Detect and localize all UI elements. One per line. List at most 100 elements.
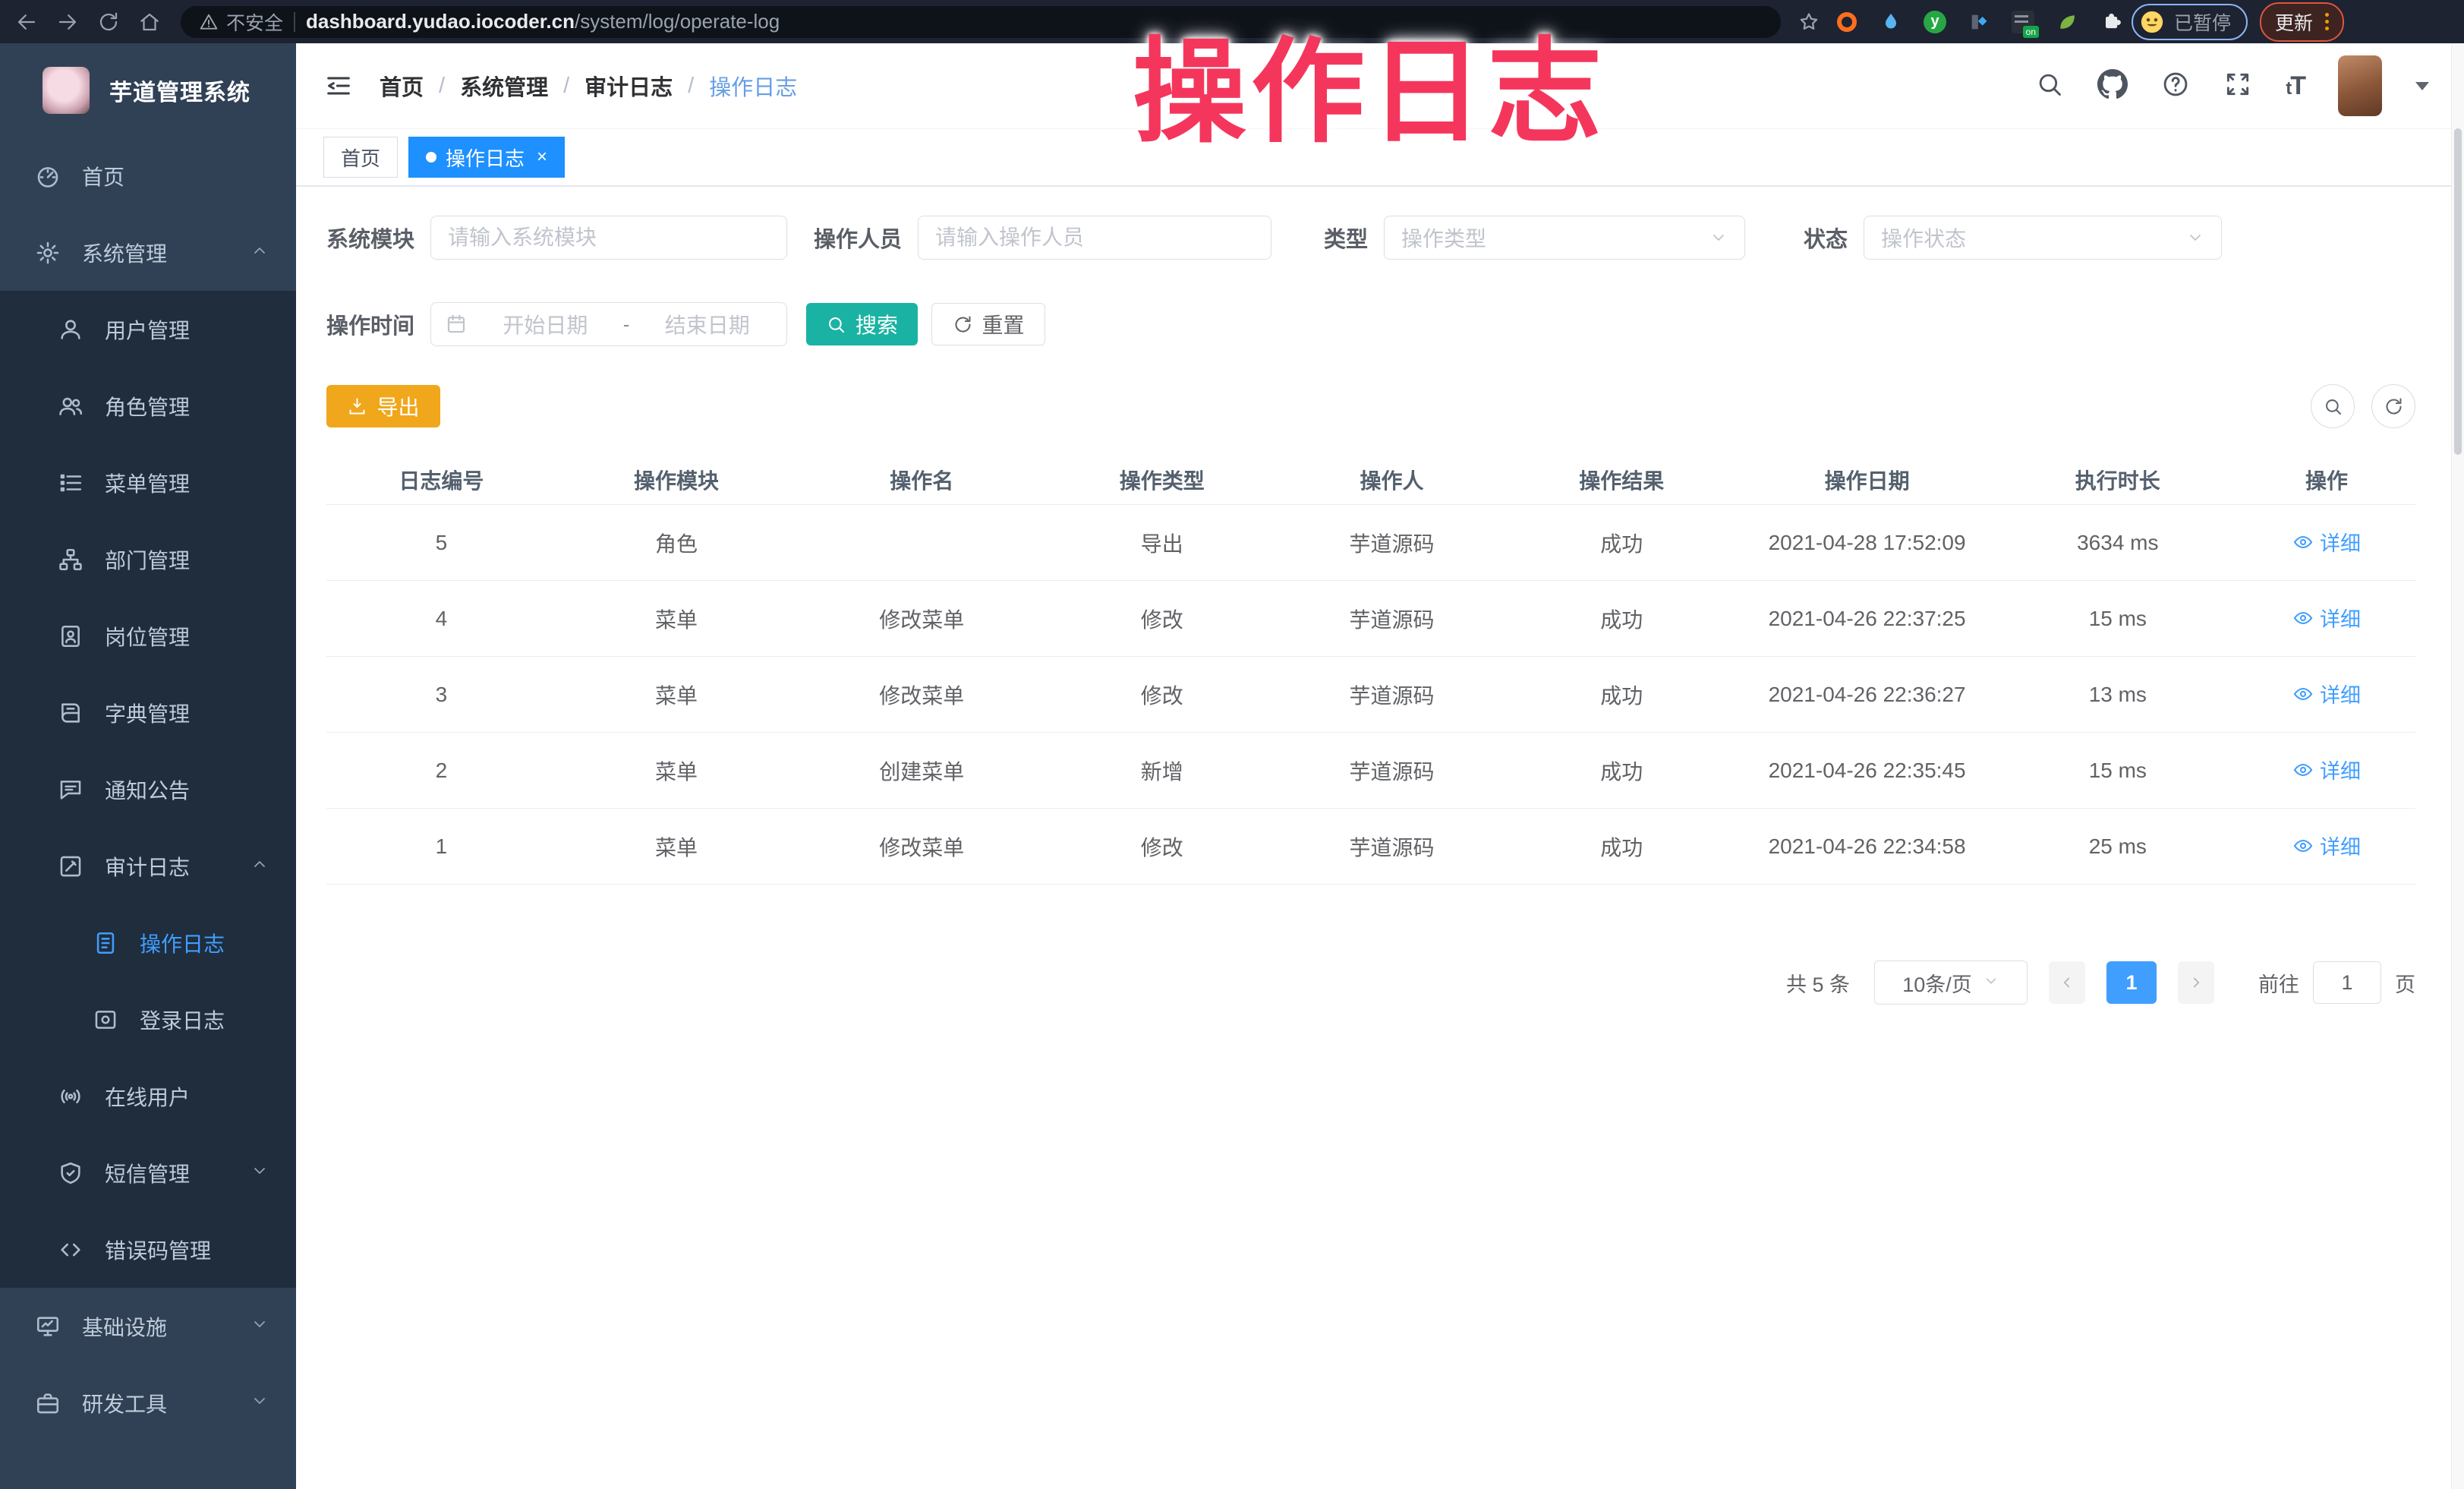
sidebar-item-post-mgmt[interactable]: 岗位管理 <box>0 598 296 674</box>
sidebar-item-home[interactable]: 首页 <box>0 137 296 214</box>
show-search-toggle-button[interactable] <box>2311 384 2355 428</box>
url-divider <box>294 12 295 32</box>
sidebar-item-operate-log[interactable]: 操作日志 <box>0 904 296 981</box>
sidebar-item-system[interactable]: 系统管理 <box>0 214 296 291</box>
detail-link[interactable]: 详细 <box>2292 755 2361 784</box>
filter-row-1: 系统模块 操作人员 类型 操作类型 状态 操作状态 <box>326 216 2415 260</box>
avatar[interactable] <box>2338 55 2382 116</box>
close-icon[interactable]: × <box>537 147 547 168</box>
export-button[interactable]: 导出 <box>326 385 440 427</box>
sidebar-item-user-mgmt[interactable]: 用户管理 <box>0 291 296 368</box>
help-icon[interactable] <box>2161 70 2190 103</box>
tag-home[interactable]: 首页 <box>323 137 398 178</box>
green-circle-extension-icon[interactable]: y <box>1922 9 1948 35</box>
reset-button-label: 重置 <box>982 309 1025 339</box>
sidebar-item-login-log[interactable]: 登录日志 <box>0 981 296 1058</box>
url-domain: dashboard.yudao.iocoder.cn <box>306 10 575 33</box>
sidebar-collapse-icon[interactable] <box>323 71 354 101</box>
page-number-current[interactable]: 1 <box>2106 961 2157 1004</box>
refresh-button[interactable] <box>2371 384 2415 428</box>
sidebar-item-audit-log[interactable]: 审计日志 <box>0 828 296 904</box>
prev-page-button[interactable] <box>2049 961 2085 1004</box>
detail-link-label: 详细 <box>2320 603 2361 633</box>
paused-extension-pill[interactable]: 已暂停 <box>2132 4 2248 40</box>
url-text: dashboard.yudao.iocoder.cn/system/log/op… <box>306 10 780 33</box>
dev-tools-icon <box>32 1390 64 1416</box>
col-header-date: 操作日期 <box>1737 456 1998 505</box>
date-range-picker[interactable]: 开始日期 - 结束日期 <box>430 302 787 346</box>
reset-button[interactable]: 重置 <box>931 303 1045 345</box>
sidebar-item-error-code[interactable]: 错误码管理 <box>0 1211 296 1288</box>
puzzle-extension-icon[interactable] <box>2098 9 2124 35</box>
scrollbar-thumb[interactable] <box>2454 128 2462 455</box>
breadcrumb-home[interactable]: 首页 <box>380 70 424 102</box>
browser-back-icon[interactable] <box>6 5 47 39</box>
cell-operator: 芋道源码 <box>1277 505 1507 581</box>
on-badge-extension-icon[interactable]: on <box>2010 9 2036 35</box>
sidebar-item-label: 角色管理 <box>105 391 190 421</box>
sidebar-item-menu-mgmt[interactable]: 菜单管理 <box>0 444 296 521</box>
sidebar-item-dept-mgmt[interactable]: 部门管理 <box>0 521 296 598</box>
emoji-extension-icon <box>2139 9 2165 35</box>
detail-link[interactable]: 详细 <box>2292 603 2361 633</box>
cell-module: 菜单 <box>556 809 796 885</box>
github-icon[interactable] <box>2097 69 2128 103</box>
chevron-down-icon <box>1983 971 1999 995</box>
browser-menu-icon[interactable] <box>2325 13 2329 30</box>
security-warning-icon[interactable]: 不安全 <box>199 8 283 36</box>
scrollbar[interactable] <box>2451 43 2464 1489</box>
cell-result: 成功 <box>1507 581 1737 657</box>
status-select[interactable]: 操作状态 <box>1864 216 2222 260</box>
sidebar-item-sms-mgmt[interactable]: 短信管理 <box>0 1134 296 1211</box>
fullscreen-icon[interactable] <box>2223 70 2252 103</box>
page-size-select[interactable]: 10条/页 <box>1874 961 2028 1005</box>
sidebar-item-infrastructure[interactable]: 基础设施 <box>0 1288 296 1364</box>
sidebar-item-role-mgmt[interactable]: 角色管理 <box>0 368 296 444</box>
orange-ring-extension-icon[interactable] <box>1834 9 1860 35</box>
announcement-icon <box>55 777 87 803</box>
browser-update-button[interactable]: 更新 <box>2260 2 2344 42</box>
detail-link[interactable]: 详细 <box>2292 527 2361 557</box>
next-page-button[interactable] <box>2178 961 2214 1004</box>
sidebar-item-label: 登录日志 <box>140 1005 225 1035</box>
browser-home-icon[interactable] <box>129 5 170 39</box>
user-icon <box>55 317 87 342</box>
sidebar-item-notice[interactable]: 通知公告 <box>0 751 296 828</box>
detail-link[interactable]: 详细 <box>2292 679 2361 708</box>
address-bar[interactable]: 不安全 dashboard.yudao.iocoder.cn/system/lo… <box>181 6 1781 38</box>
table-row: 5 角色 导出 芋道源码 成功 2021-04-28 17:52:09 3634… <box>326 505 2415 581</box>
cell-date: 2021-04-26 22:37:25 <box>1737 581 1998 657</box>
browser-forward-icon[interactable] <box>47 5 88 39</box>
cell-module: 菜单 <box>556 581 796 657</box>
pagination-total: 共 5 条 <box>1786 968 1850 998</box>
detail-link[interactable]: 详细 <box>2292 831 2361 860</box>
bookmark-star-icon[interactable] <box>1788 5 1829 39</box>
sidebar-logo[interactable]: 芋道管理系统 <box>0 43 296 137</box>
font-size-icon[interactable]: tT <box>2286 71 2305 101</box>
avatar-caret-icon[interactable] <box>2415 82 2429 90</box>
leaf-extension-icon[interactable] <box>2054 9 2080 35</box>
paused-label: 已暂停 <box>2174 8 2231 36</box>
sidebar-item-dev-tools[interactable]: 研发工具 <box>0 1364 296 1441</box>
goto-label: 前往 <box>2258 968 2299 998</box>
module-input[interactable] <box>430 216 787 260</box>
sidebar: 芋道管理系统 首页 系统管理 用户管理 角色管理 菜单管理 部门管理 岗位管理 <box>0 43 296 1489</box>
blue-drop-extension-icon[interactable] <box>1878 9 1904 35</box>
breadcrumb-current: 操作日志 <box>709 70 797 102</box>
breadcrumb-audit[interactable]: 审计日志 <box>584 70 673 102</box>
breadcrumb-system[interactable]: 系统管理 <box>460 70 548 102</box>
pagination: 共 5 条 10条/页 1 前往 页 <box>326 961 2415 1005</box>
tag-operate-log[interactable]: 操作日志 × <box>408 137 565 178</box>
search-button[interactable]: 搜索 <box>806 303 918 345</box>
browser-reload-icon[interactable] <box>88 5 129 39</box>
type-select[interactable]: 操作类型 <box>1384 216 1745 260</box>
operator-input[interactable] <box>918 216 1271 260</box>
search-icon[interactable] <box>2035 70 2064 103</box>
sidebar-item-dict-mgmt[interactable]: 字典管理 <box>0 674 296 751</box>
sidebar-item-online-users[interactable]: 在线用户 <box>0 1058 296 1134</box>
sidebar-item-label: 菜单管理 <box>105 468 190 498</box>
gem-extension-icon[interactable] <box>1966 9 1992 35</box>
goto-page-input[interactable] <box>2313 961 2381 1004</box>
browser-toolbar: 不安全 dashboard.yudao.iocoder.cn/system/lo… <box>0 0 2464 43</box>
cell-operator: 芋道源码 <box>1277 733 1507 809</box>
